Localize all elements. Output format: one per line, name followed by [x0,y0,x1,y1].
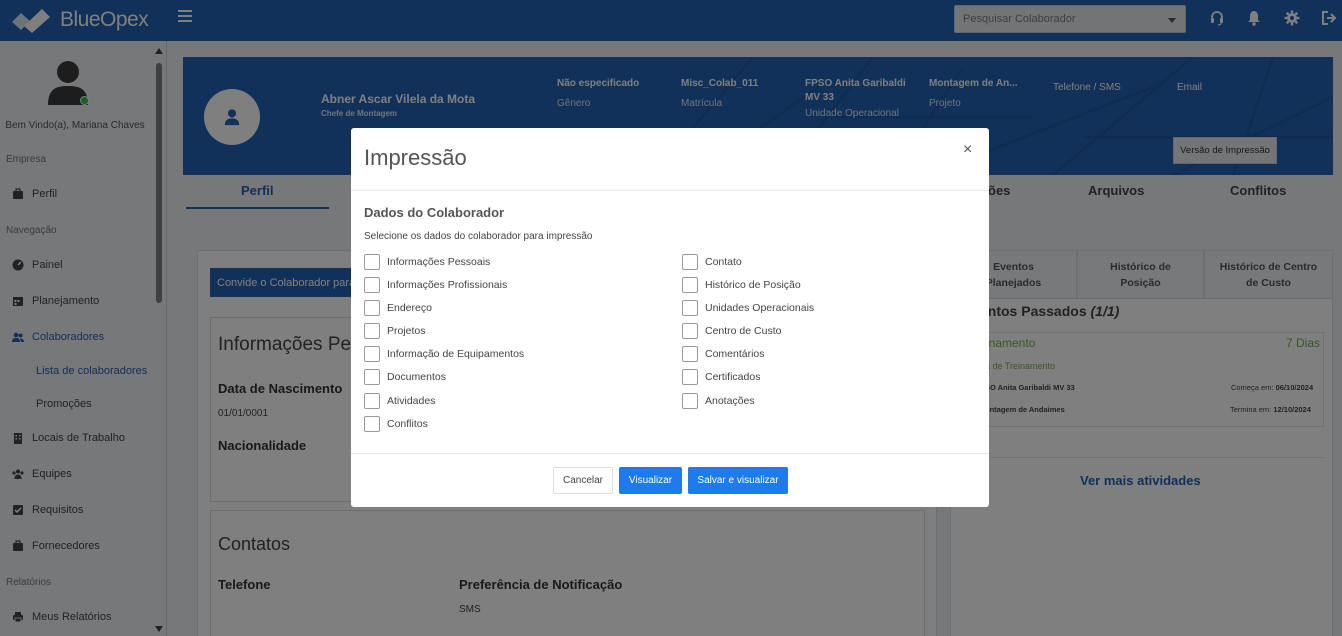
option-label: Unidades Operacionais [705,302,815,314]
checkbox[interactable] [682,300,698,316]
checkbox[interactable] [682,346,698,362]
option-label: Comentários [705,348,765,360]
option-atividades[interactable]: Atividades [364,393,435,409]
option-label: Conflitos [387,418,428,430]
option-endereco[interactable]: Endereço [364,300,432,316]
option-projetos[interactable]: Projetos [364,323,426,339]
option-equipamentos[interactable]: Informação de Equipamentos [364,346,524,362]
option-historico-posicao[interactable]: Histórico de Posição [682,277,801,293]
checkbox[interactable] [364,346,380,362]
option-label: Informação de Equipamentos [387,348,525,360]
modal-section-subtitle: Selecione os dados do colaborador para i… [364,231,593,242]
option-centro-custo[interactable]: Centro de Custo [682,323,781,339]
option-informacoes-profissionais[interactable]: Informações Profissionais [364,277,507,293]
option-label: Informações Profissionais [387,279,508,291]
option-label: Contato [705,256,742,268]
cancel-button[interactable]: Cancelar [553,467,613,494]
option-label: Anotações [705,395,755,407]
option-label: Centro de Custo [705,325,782,337]
option-unidades-operacionais[interactable]: Unidades Operacionais [682,300,814,316]
option-anotacoes[interactable]: Anotações [682,393,755,409]
view-button[interactable]: Visualizar [619,467,682,494]
checkbox[interactable] [364,300,380,316]
option-label: Endereço [387,302,432,314]
option-label: Projetos [387,325,426,337]
option-documentos[interactable]: Documentos [364,369,446,385]
checkbox[interactable] [364,277,380,293]
option-label: Documentos [387,371,446,383]
option-comentarios[interactable]: Comentários [682,346,765,362]
option-label: Certificados [705,371,761,383]
checkbox[interactable] [682,393,698,409]
modal-footer-divider [351,453,989,454]
checkbox[interactable] [682,323,698,339]
checkbox[interactable] [364,416,380,432]
option-certificados[interactable]: Certificados [682,369,760,385]
option-informacoes-pessoais[interactable]: Informações Pessoais [364,254,490,270]
print-modal: Impressão × Dados do Colaborador Selecio… [351,128,989,507]
checkbox[interactable] [364,393,380,409]
option-label: Histórico de Posição [705,279,801,291]
modal-divider [351,190,989,191]
checkbox[interactable] [682,369,698,385]
checkbox[interactable] [364,323,380,339]
modal-title: Impressão [364,145,467,170]
option-conflitos[interactable]: Conflitos [364,416,428,432]
modal-section-title: Dados do Colaborador [364,205,505,220]
checkbox[interactable] [682,254,698,270]
save-and-view-button[interactable]: Salvar e visualizar [688,467,788,494]
close-icon[interactable]: × [963,141,972,159]
option-label: Informações Pessoais [387,256,491,268]
option-contato[interactable]: Contato [682,254,742,270]
checkbox[interactable] [682,277,698,293]
option-label: Atividades [387,395,436,407]
checkbox[interactable] [364,254,380,270]
checkbox[interactable] [364,369,380,385]
